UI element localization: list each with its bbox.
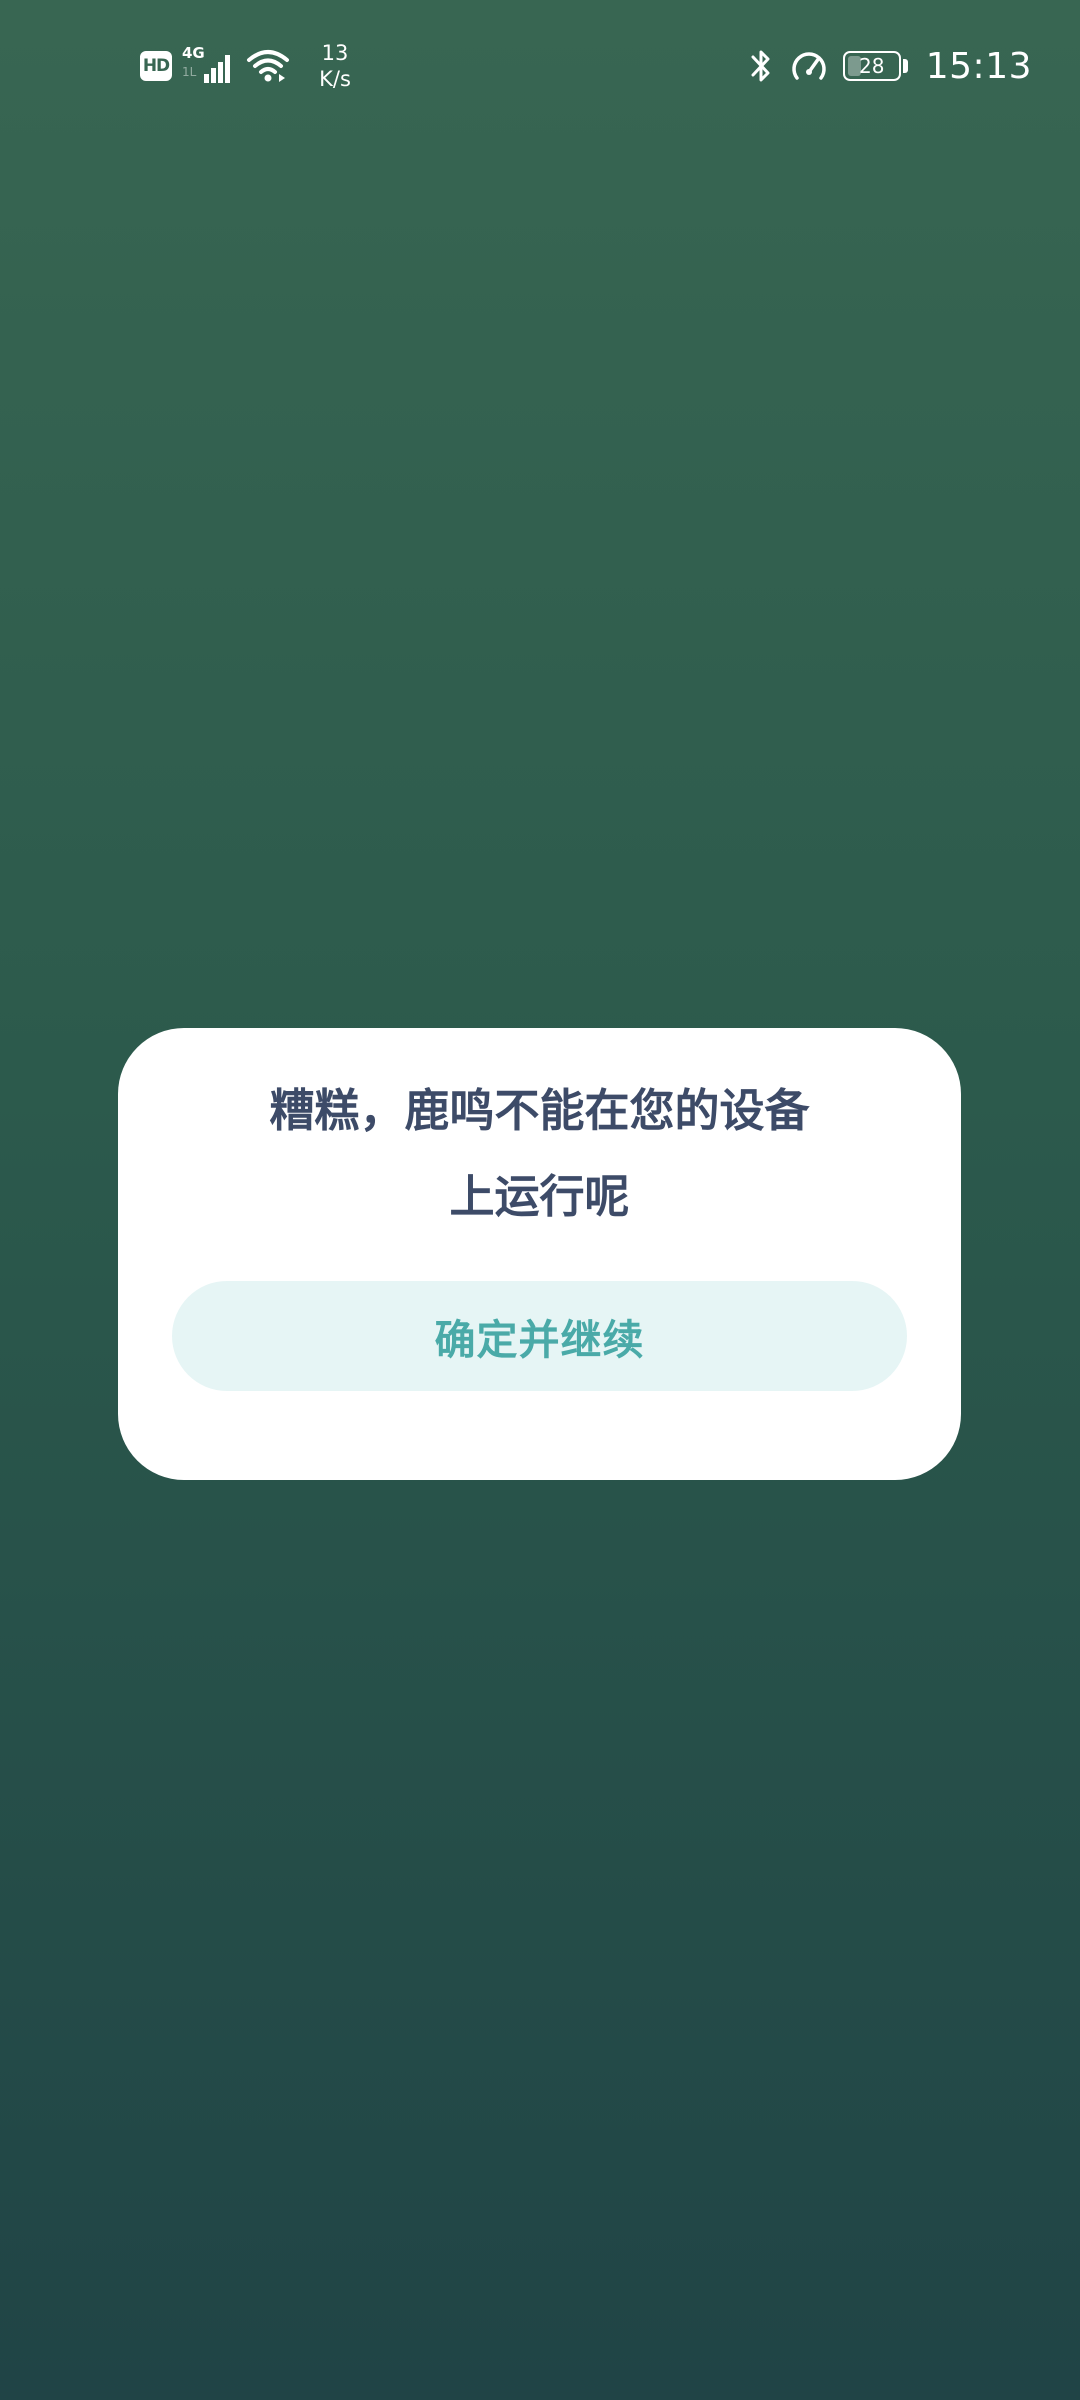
- battery-level: 28: [859, 54, 885, 78]
- dialog-title: 糟糕，鹿鸣不能在您的设备 上运行呢: [178, 1068, 901, 1240]
- speedometer-icon: [792, 52, 826, 80]
- confirm-continue-button[interactable]: 确定并继续: [172, 1281, 907, 1391]
- incompatible-device-dialog: 糟糕，鹿鸣不能在您的设备 上运行呢 确定并继续: [118, 1028, 961, 1480]
- status-bar-left: HD 4G 1L 13 K/s: [140, 38, 360, 94]
- dialog-title-line2: 上运行呢: [449, 1170, 630, 1223]
- network-speed-value: 13: [321, 41, 349, 65]
- status-bar: HD 4G 1L 13 K/s 28 15:13: [0, 0, 1080, 132]
- network-speed-unit: K/s: [319, 67, 351, 91]
- signal-icon: 4G 1L: [182, 46, 236, 86]
- battery-icon: 28: [842, 51, 901, 81]
- bluetooth-icon: [751, 50, 770, 82]
- status-time: 15:13: [925, 45, 1032, 87]
- network-speed: 13 K/s: [310, 40, 360, 92]
- dialog-title-line1: 糟糕，鹿鸣不能在您的设备: [269, 1084, 810, 1137]
- wifi-icon: [247, 50, 289, 82]
- battery-tip: [902, 59, 908, 73]
- hd-icon: HD: [140, 51, 172, 81]
- status-bar-right: 28 15:13: [747, 40, 1032, 92]
- network-sub-label: 1L: [182, 65, 197, 79]
